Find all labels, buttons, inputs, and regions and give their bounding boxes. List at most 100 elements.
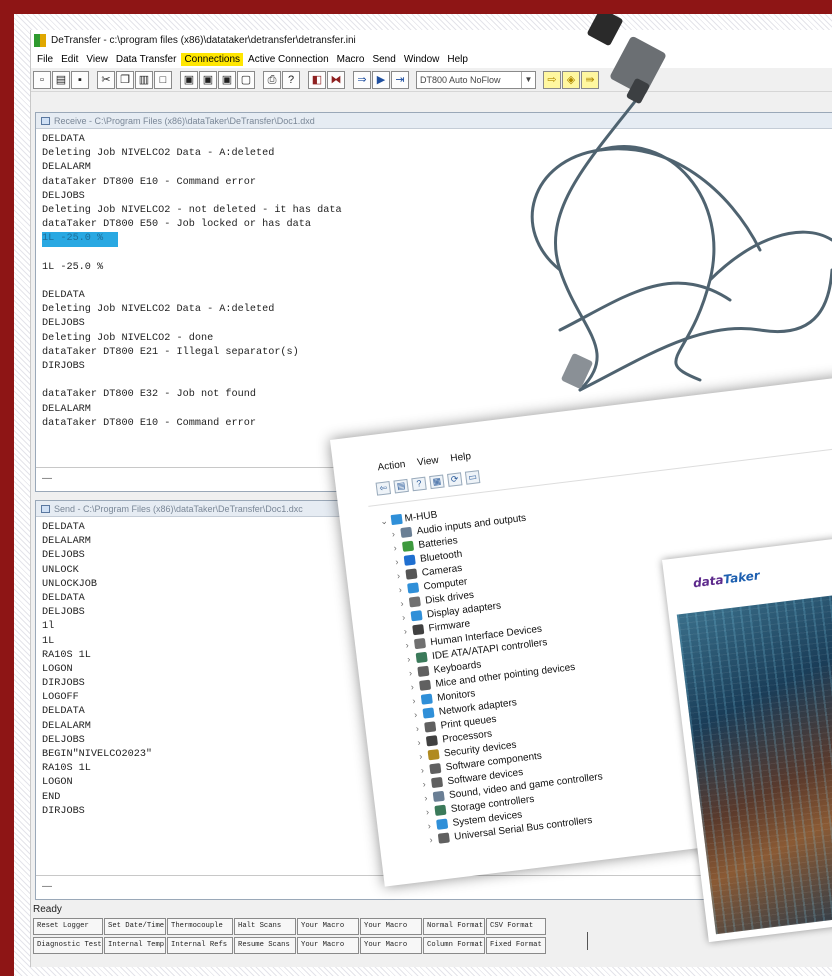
fkey-internal-refs-button[interactable]: Internal Refs	[167, 937, 233, 954]
hid-icon	[413, 637, 427, 650]
send-arrow-icon[interactable]: ⇒	[353, 70, 371, 89]
disk-icon	[408, 596, 421, 608]
clear-icon[interactable]: □	[154, 70, 172, 89]
open-file-icon[interactable]: ▤	[52, 70, 70, 89]
bluetooth-icon	[403, 554, 416, 566]
fkey-thermocouple-button[interactable]: Thermocouple	[167, 918, 233, 935]
fkey-diagnostic-test-button[interactable]: Diagnostic Test	[33, 937, 103, 954]
unload-icon[interactable]: ⇥	[391, 70, 409, 89]
device-manager-menu: Action View Help	[377, 451, 472, 473]
brand-logo: dataTaker	[692, 568, 760, 590]
mouse-icon	[419, 679, 432, 691]
cut-icon[interactable]: ✂	[97, 70, 115, 89]
fkey-normal-format-button[interactable]: Normal Format	[423, 918, 485, 935]
fkey-column-format-button[interactable]: Column Format	[423, 937, 485, 954]
port-setting-select[interactable]: DT800 Auto NoFlow ▼	[416, 70, 536, 89]
fkey-halt-scans-button[interactable]: Halt Scans	[234, 918, 296, 935]
receive-window-title: Receive - C:\Program Files (x86)\dataTak…	[54, 115, 315, 126]
window-layout-2-icon[interactable]: ▣	[199, 70, 217, 89]
menu-edit[interactable]: Edit	[58, 53, 81, 66]
fkey-internal-temp-button[interactable]: Internal Temp	[104, 937, 166, 954]
menu-help[interactable]: Help	[444, 53, 471, 66]
connect-icon[interactable]: ◧	[308, 70, 326, 89]
dm-menu-view[interactable]: View	[417, 455, 440, 469]
fkey-fixed-format-button[interactable]: Fixed Format	[486, 937, 546, 954]
log-line: DELALARM	[42, 162, 91, 174]
device-categories: › Audio inputs and outputs › Batteries › Blue…	[381, 505, 608, 848]
new-file-icon[interactable]: ▫	[33, 70, 51, 89]
menu-data-transfer[interactable]: Data Transfer	[113, 53, 180, 66]
device-tree[interactable]: ⌄ M-HUB › Audio inputs and outputs › Batter…	[379, 491, 608, 848]
dm-menu-help[interactable]: Help	[450, 451, 472, 464]
menu-window[interactable]: Window	[401, 53, 443, 66]
speaker-icon	[400, 526, 413, 539]
window-layout-1-icon[interactable]: ▣	[180, 70, 198, 89]
menu-file[interactable]: File	[34, 53, 56, 66]
refresh-icon[interactable]: ⟳	[447, 472, 463, 487]
menu-send[interactable]: Send	[369, 53, 398, 66]
log-line: DELDATA	[42, 134, 85, 145]
properties-icon[interactable]: ▤	[393, 478, 409, 494]
divider	[587, 932, 588, 950]
window-layout-4-icon[interactable]: ▢	[237, 70, 255, 89]
save-icon[interactable]: ▪	[71, 70, 89, 89]
window-layout-3-icon[interactable]: ▣	[218, 70, 236, 89]
paste-icon[interactable]: ▥	[135, 70, 153, 89]
log-line: DIRJOBS	[42, 361, 85, 372]
battery-icon	[401, 540, 415, 552]
fkey-your-macro-button[interactable]: Your Macro	[360, 937, 422, 954]
log-line: DELDATA	[42, 290, 85, 302]
fkey-resume-scans-button[interactable]: Resume Scans	[234, 937, 296, 954]
arrow-step-icon[interactable]: ⇛	[581, 70, 599, 89]
log-line: Deleting Job NIVELCO2 - done	[42, 332, 214, 344]
document-icon	[41, 116, 50, 125]
device-manager-toolbar: ⇦ ▤ ? ▦ ⟳ ▭	[375, 470, 481, 496]
monitor-icon	[420, 693, 433, 705]
fkey-your-macro-button[interactable]: Your Macro	[297, 918, 359, 935]
log-line: dataTaker DT800 E21 - Illegal separator(…	[42, 346, 299, 358]
system-icon	[436, 818, 449, 830]
status-bar-text: Ready	[33, 904, 62, 915]
log-line: 1L -25.0 %	[42, 261, 104, 273]
storage-icon	[434, 804, 447, 816]
window-title: DeTransfer - c:\program files (x86)\data…	[51, 34, 356, 46]
back-arrow-icon[interactable]: ⇦	[375, 481, 392, 496]
component-icon	[429, 762, 442, 775]
fkey-set-date-time-button[interactable]: Set Date/Time	[104, 918, 166, 935]
computer-icon	[390, 513, 403, 526]
print-icon[interactable]: ⎙	[263, 70, 281, 89]
camera-icon	[405, 568, 418, 580]
help-icon[interactable]: ?	[282, 70, 300, 89]
fkey-your-macro-button[interactable]: Your Macro	[360, 918, 422, 935]
fkey-csv-format-button[interactable]: CSV Format	[486, 918, 546, 935]
usb-icon	[437, 832, 450, 844]
dm-menu-action[interactable]: Action	[377, 459, 406, 473]
menu-view[interactable]: View	[83, 53, 111, 66]
copy-icon[interactable]: ❐	[116, 70, 134, 89]
chevron-down-icon[interactable]: ⌄	[380, 515, 389, 527]
menu-macro[interactable]: Macro	[334, 53, 368, 66]
sound-icon	[432, 790, 445, 803]
arrow-right-yellow-icon[interactable]: ⇨	[543, 70, 561, 89]
menu-bar: File Edit View Data Transfer Connections Acti…	[31, 50, 832, 68]
disconnect-icon[interactable]: ⧓	[327, 70, 345, 89]
log-line: Deleting Job NIVELCO2 Data - A:deleted	[42, 148, 275, 160]
fkey-reset-logger-button[interactable]: Reset Logger	[33, 918, 103, 935]
menu-active-connection[interactable]: Active Connection	[245, 53, 332, 66]
receive-window-titlebar: Receive - C:\Program Files (x86)\dataTak…	[36, 113, 832, 129]
monitor-scan-icon[interactable]: ▭	[464, 470, 481, 485]
receive-log[interactable]: DELDATA Deleting Job NIVELCO2 Data - A:de…	[36, 129, 832, 435]
view-icon[interactable]: ▦	[429, 474, 445, 490]
menu-connections[interactable]: Connections	[181, 52, 244, 66]
help-icon[interactable]: ?	[411, 476, 427, 492]
fkey-your-macro-button[interactable]: Your Macro	[297, 937, 359, 954]
send-file-icon[interactable]: ▶	[372, 70, 390, 89]
arrows-diamond-icon[interactable]: ◈	[562, 70, 580, 89]
chevron-down-icon[interactable]: ▼	[521, 71, 535, 88]
title-bar: DeTransfer - c:\program files (x86)\data…	[31, 30, 832, 50]
chip-icon	[412, 624, 425, 636]
toolbar: ▫ ▤ ▪ ✂ ❐ ▥ □ ▣ ▣ ▣ ▢ ⎙ ? ◧ ⧓ ⇒ ▶ ⇥ DT80…	[31, 68, 832, 92]
log-line: DELJOBS	[42, 190, 85, 202]
